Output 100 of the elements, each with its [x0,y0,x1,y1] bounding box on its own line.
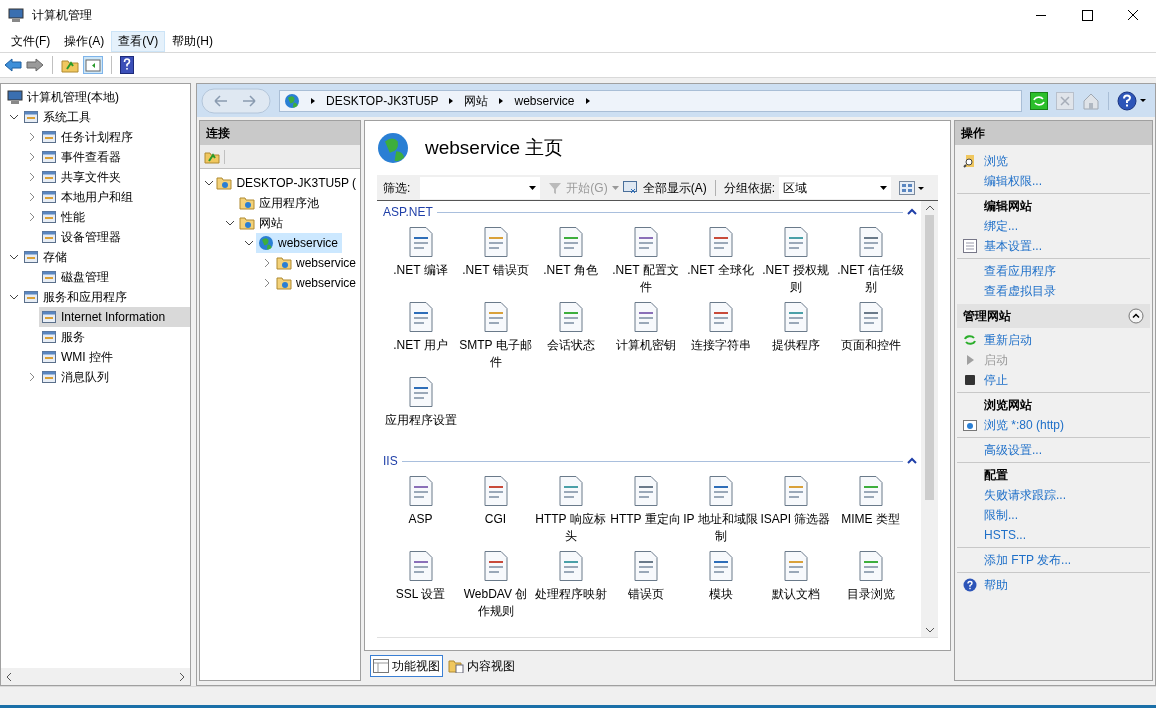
chevron-right-icon[interactable] [27,372,37,382]
feature-label[interactable]: 错误页 [608,586,683,603]
feature-label[interactable]: 计算机密钥 [608,337,683,354]
action-link[interactable]: 高级设置... [982,441,1042,459]
feature-label[interactable]: IP 地址和域限制 [683,511,758,545]
feature-label[interactable]: SMTP 电子邮件 [458,337,533,371]
feature-label[interactable]: MIME 类型 [833,511,908,528]
tree-item[interactable]: 性能 [39,207,190,227]
tree-item[interactable]: 共享文件夹 [39,167,190,187]
feature-label[interactable]: .NET 信任级别 [833,262,908,296]
breadcrumb-arrow-icon[interactable] [584,96,591,105]
chevron-right-icon[interactable] [27,172,37,182]
feature-label[interactable]: HTTP 重定向 [608,511,683,528]
tree-item[interactable]: webservice [273,273,360,293]
group-by-dropdown[interactable]: 区域 [779,176,891,199]
menu-item[interactable]: 操作(A) [57,30,112,52]
feature-label[interactable]: 应用程序设置 [383,412,458,429]
chevron-down-icon[interactable] [225,218,235,228]
feature-label[interactable]: ASP [383,511,458,528]
feature-label[interactable]: 页面和控件 [833,337,908,354]
feature-label[interactable]: .NET 角色 [533,262,608,279]
action-link[interactable]: 基本设置... [982,237,1042,255]
breadcrumb-item[interactable]: DESKTOP-JK3TU5P [326,91,439,110]
chevron-down-icon[interactable] [9,252,19,262]
scroll-right-icon[interactable] [178,671,186,682]
tree-item[interactable]: 消息队列 [39,367,190,387]
tree-item[interactable]: webservice [256,233,343,253]
action-link[interactable]: 浏览 [982,152,1008,170]
action-link[interactable]: 限制... [982,506,1018,524]
breadcrumb-arrow-icon[interactable] [310,96,316,105]
tree-item[interactable]: 本地用户和组 [39,187,190,207]
feature-label[interactable]: .NET 全球化 [683,262,758,279]
feature-label[interactable]: 提供程序 [758,337,833,354]
breadcrumb-item[interactable]: 网站 [464,91,489,110]
menu-item[interactable]: 帮助(H) [165,30,220,52]
breadcrumb-item[interactable]: webservice [514,91,575,110]
tree-item[interactable]: 网站 [237,213,287,233]
feature-label[interactable]: .NET 错误页 [458,262,533,279]
chevron-right-icon[interactable] [27,132,37,142]
scroll-left-icon[interactable] [5,671,13,682]
chevron-down-icon[interactable] [9,292,19,302]
tree-item[interactable]: Internet Information [39,307,190,327]
tree-item[interactable]: 任务计划程序 [39,127,190,147]
menu-item[interactable]: 查看(V) [111,30,166,52]
show-all-button[interactable]: 全部显示(A) [622,178,707,197]
feature-label[interactable]: 目录浏览 [833,586,908,603]
tree-item[interactable]: 磁盘管理 [39,267,190,287]
tree-item[interactable]: webservice [273,253,360,273]
feature-label[interactable]: ISAPI 筛选器 [758,511,833,528]
panel-icon[interactable] [83,56,103,74]
chevron-down-icon[interactable] [244,238,254,248]
action-link[interactable]: 浏览 *:80 (http) [982,416,1065,434]
feature-label[interactable]: SSL 设置 [383,586,458,603]
feature-label[interactable]: CGI [458,511,533,528]
folder-up-icon[interactable] [61,57,79,73]
view-tab[interactable]: 内容视图 [445,655,518,677]
tree-item[interactable]: 服务 [39,327,190,347]
collapse-chevron-icon[interactable] [907,457,917,465]
action-link[interactable]: 停止 [982,371,1008,389]
filter-field[interactable] [420,176,541,199]
breadcrumb-arrow-icon[interactable] [448,96,455,105]
refresh-icon[interactable] [1030,91,1048,110]
feature-label[interactable]: .NET 用户 [383,337,458,354]
chevron-down-icon[interactable] [204,178,215,188]
action-link[interactable]: HSTS... [982,526,1026,544]
action-link[interactable]: 添加 FTP 发布... [982,551,1072,569]
action-link[interactable]: 编辑权限... [982,172,1042,190]
view-mode-icon[interactable] [899,180,925,195]
feature-label[interactable]: 会话状态 [533,337,608,354]
collapse-circle-icon[interactable] [1128,308,1144,324]
feature-label[interactable]: HTTP 响应标头 [533,511,608,545]
feature-label[interactable]: 连接字符串 [683,337,758,354]
action-link[interactable]: 查看虚拟目录 [982,282,1056,300]
tree-item[interactable]: WMI 控件 [39,347,190,367]
help-icon[interactable] [1117,90,1147,111]
menu-item[interactable]: 文件(F) [4,30,58,52]
feature-label[interactable]: 模块 [683,586,758,603]
folder-connect-icon[interactable] [204,149,220,164]
action-link[interactable]: 失败请求跟踪... [982,486,1066,504]
tree-item[interactable]: 存储 [21,247,190,267]
chevron-right-icon[interactable] [27,212,37,222]
tree-item[interactable]: 应用程序池 [237,193,323,213]
view-tab[interactable]: 功能视图 [370,655,443,677]
tree-item[interactable]: 设备管理器 [39,227,190,247]
feature-label[interactable]: WebDAV 创作规则 [458,586,533,620]
tree-item[interactable]: 计算机管理(本地) [5,87,190,107]
dropdown-arrow-icon[interactable] [611,185,619,190]
tree-item[interactable]: DESKTOP-JK3TU5P ( [214,173,360,193]
collapse-chevron-icon[interactable] [907,208,917,216]
feature-label[interactable]: 默认文档 [758,586,833,603]
feature-label[interactable]: .NET 编译 [383,262,458,279]
action-link[interactable]: 绑定... [982,217,1018,235]
tree-item[interactable]: 服务和应用程序 [21,287,190,307]
action-link[interactable]: 查看应用程序 [982,262,1056,280]
chevron-right-icon[interactable] [27,192,37,202]
action-link[interactable]: 重新启动 [982,331,1032,349]
chevron-right-icon[interactable] [27,152,37,162]
tree-item[interactable]: 事件查看器 [39,147,190,167]
tree-item[interactable]: 系统工具 [21,107,190,127]
feature-label[interactable]: 处理程序映射 [533,586,608,603]
